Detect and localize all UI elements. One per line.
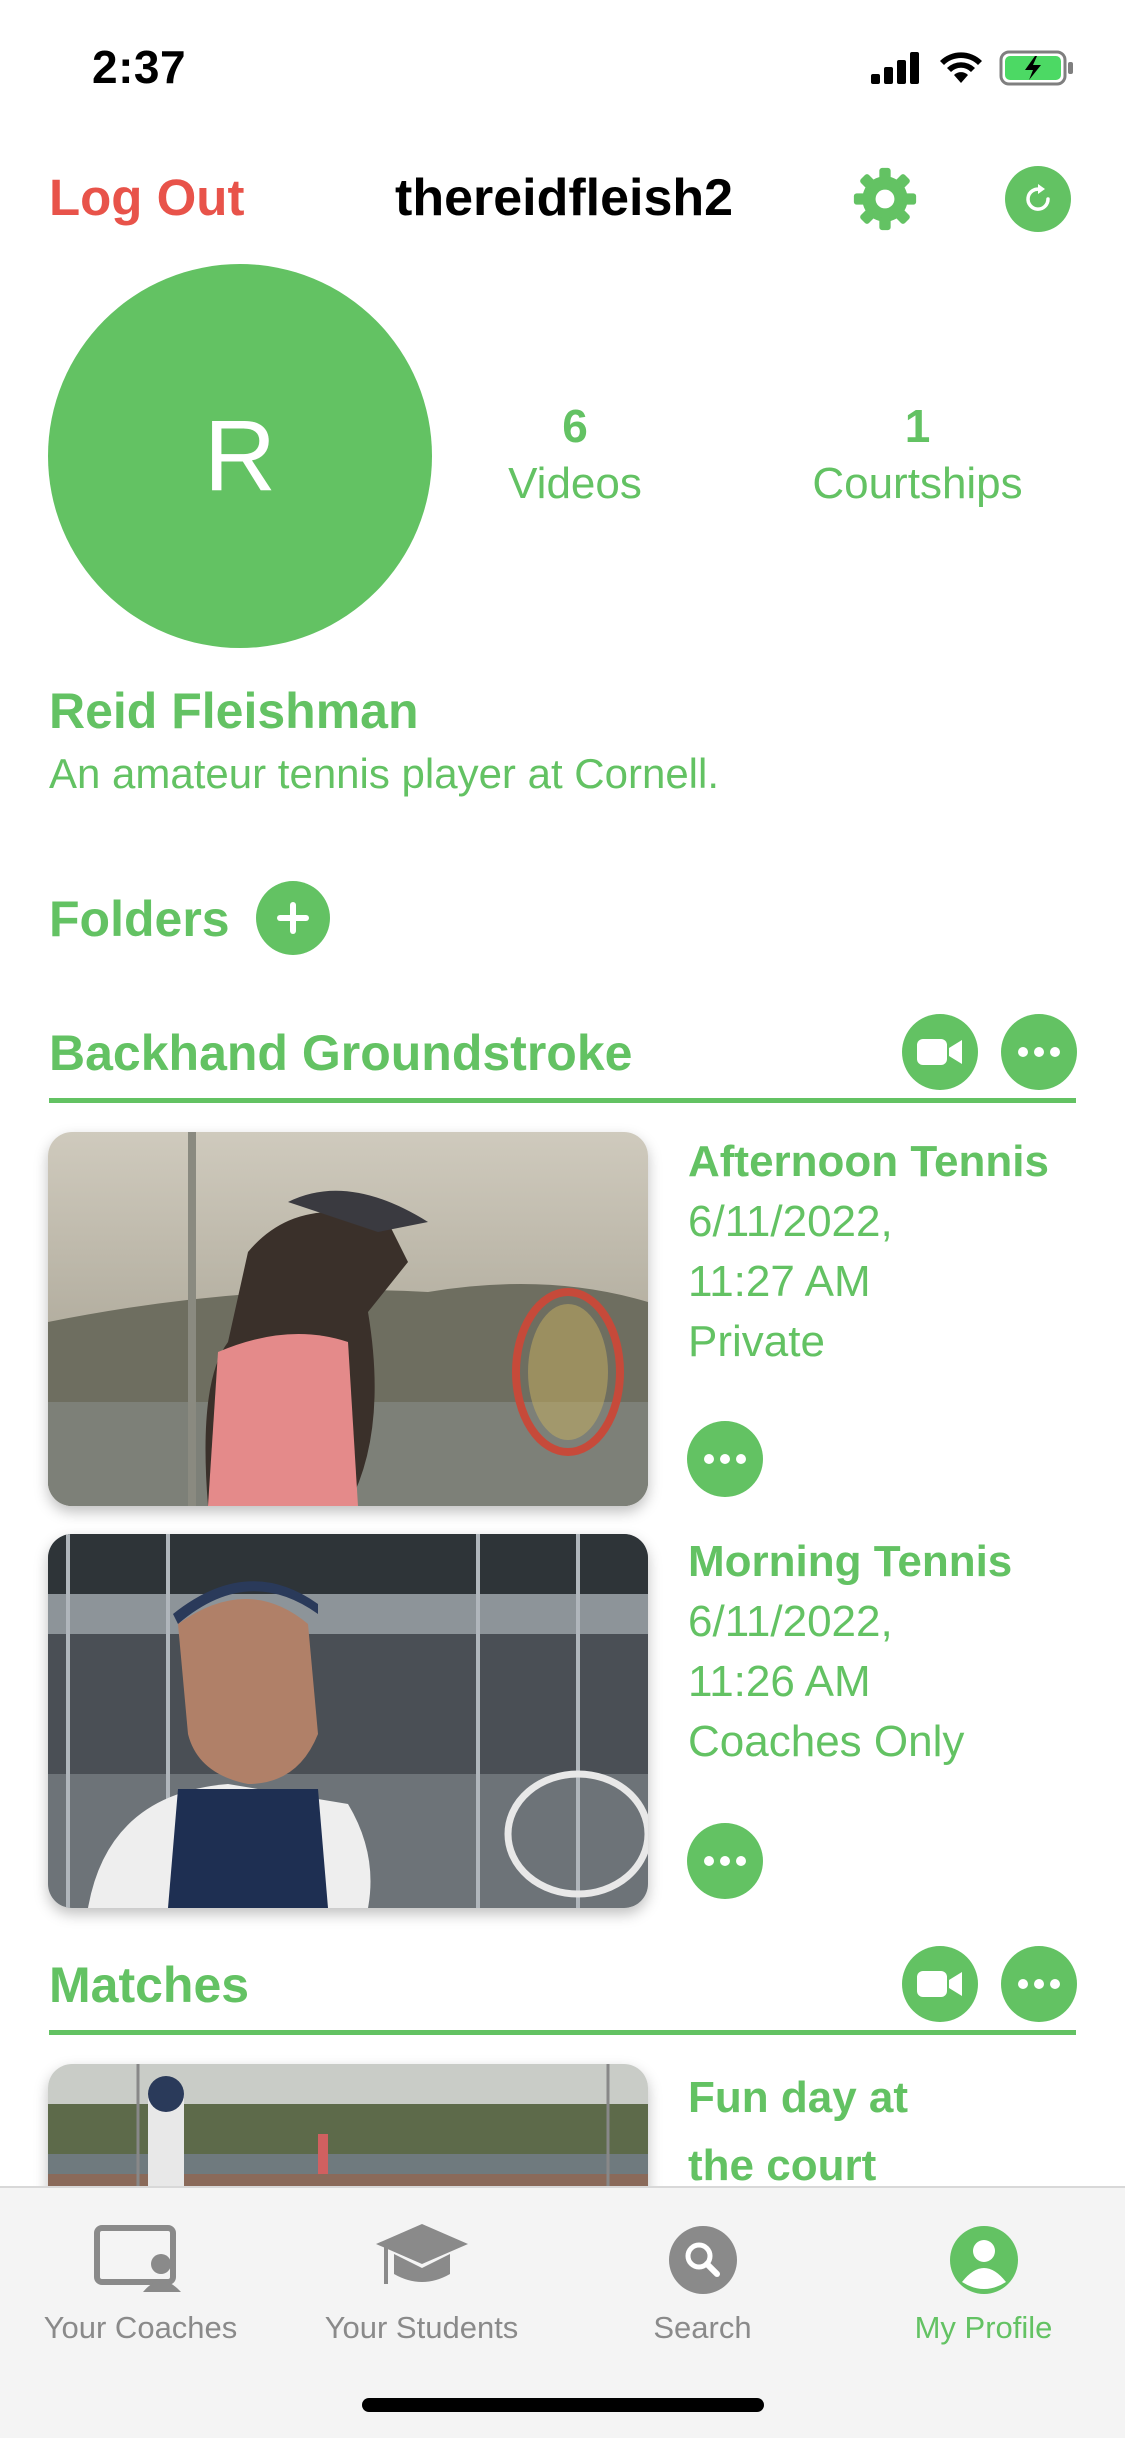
wifi-icon <box>940 52 982 83</box>
folder-title[interactable]: Matches <box>49 1956 249 2014</box>
ellipsis-icon <box>704 1856 746 1866</box>
video-date: 6/11/2022, <box>688 1197 893 1246</box>
profile-name: Reid Fleishman <box>49 683 419 739</box>
video-more-button[interactable] <box>687 1421 763 1497</box>
videos-stat[interactable]: 6 Videos <box>475 398 675 514</box>
tab-label: Search <box>653 2310 752 2345</box>
plus-icon <box>277 902 309 934</box>
settings-button[interactable] <box>852 166 918 232</box>
graduation-cap-icon <box>375 2224 468 2284</box>
courtships-count: 1 <box>904 400 931 452</box>
refresh-icon <box>1026 184 1050 211</box>
record-video-button[interactable] <box>902 1014 978 1090</box>
coaches-icon <box>93 2225 181 2292</box>
folders-heading: Folders <box>49 891 230 947</box>
gear-icon <box>853 167 917 231</box>
logout-button[interactable]: Log Out <box>49 168 244 227</box>
refresh-button[interactable] <box>1005 166 1071 232</box>
profile-bio: An amateur tennis player at Cornell. <box>49 750 720 797</box>
tab-search[interactable]: Search <box>562 2218 843 2346</box>
video-date: 6/11/2022, <box>688 1597 893 1646</box>
video-title: Morning Tennis <box>688 1537 1013 1586</box>
tab-your-students[interactable]: Your Students <box>281 2218 562 2346</box>
tab-label: Your Students <box>324 2310 519 2345</box>
thumbnail-image <box>48 1132 648 1506</box>
folder-more-button[interactable] <box>1001 1946 1077 2022</box>
tab-label: My Profile <box>914 2310 1053 2345</box>
add-folder-button[interactable] <box>256 881 330 955</box>
video-title-line1: Fun day at <box>688 2073 909 2122</box>
courtships-stat[interactable]: 1 Courtships <box>790 398 1045 514</box>
tab-my-profile[interactable]: My Profile <box>843 2218 1124 2346</box>
videos-count: 6 <box>562 400 588 452</box>
folder-more-button[interactable] <box>1001 1014 1077 1090</box>
cellular-signal-icon <box>871 52 919 84</box>
tab-label: Your Coaches <box>43 2310 238 2345</box>
video-thumbnail[interactable] <box>48 1534 648 1908</box>
username-title: thereidfleish2 <box>395 169 734 227</box>
folder-title[interactable]: Backhand Groundstroke <box>49 1024 632 1082</box>
video-camera-icon <box>917 1039 962 1065</box>
person-icon <box>949 2226 1018 2294</box>
status-icons <box>871 48 1075 88</box>
ellipsis-icon <box>1018 1979 1060 1989</box>
status-time: 2:37 <box>92 41 187 93</box>
avatar: R <box>48 264 432 648</box>
home-indicator <box>362 2398 764 2412</box>
video-camera-icon <box>917 1971 962 1997</box>
video-info[interactable]: Morning Tennis 6/11/2022, 11:26 AM Coach… <box>688 1532 1012 1772</box>
folder-divider <box>49 1098 1076 1103</box>
video-info[interactable]: Fun day at the court <box>688 2064 908 2200</box>
thumbnail-image <box>48 1534 648 1908</box>
video-time: 11:27 AM <box>688 1257 871 1306</box>
video-more-button[interactable] <box>687 1823 763 1899</box>
video-info[interactable]: Afternoon Tennis 6/11/2022, 11:27 AM Pri… <box>688 1132 1049 1372</box>
video-visibility: Coaches Only <box>688 1717 965 1766</box>
record-video-button[interactable] <box>902 1946 978 2022</box>
folder-divider <box>49 2030 1076 2035</box>
ellipsis-icon <box>1018 1047 1060 1057</box>
videos-label: Videos <box>508 459 642 508</box>
video-time: 11:26 AM <box>688 1657 871 1706</box>
tab-your-coaches[interactable]: Your Coaches <box>0 2218 281 2346</box>
ellipsis-icon <box>704 1454 746 1464</box>
search-icon <box>668 2226 737 2294</box>
battery-charging-icon <box>999 50 1073 86</box>
courtships-label: Courtships <box>812 459 1023 508</box>
video-visibility: Private <box>688 1317 825 1366</box>
video-title: Afternoon Tennis <box>688 1137 1049 1186</box>
video-thumbnail[interactable] <box>48 1132 648 1506</box>
